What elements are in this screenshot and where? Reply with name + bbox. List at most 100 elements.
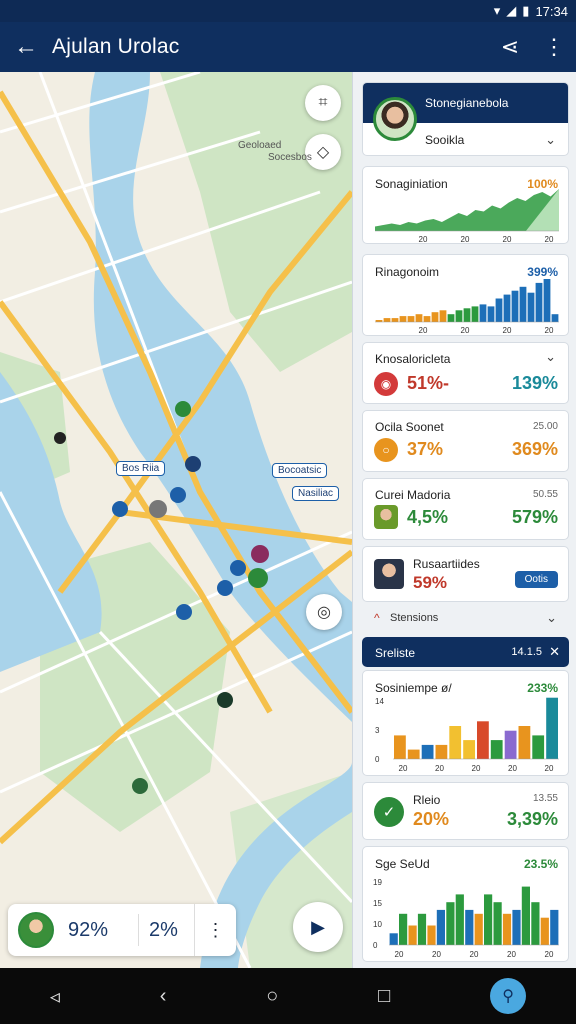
tick-label: 20 (419, 235, 428, 244)
bar (512, 909, 521, 945)
chart-card-sosiniempe[interactable]: Sosiniempe ø/ 233% 14 3 0 20 20 20 20 20 (362, 670, 569, 776)
bar-chart: 14 3 0 20 20 20 20 20 (375, 697, 559, 773)
avatar (374, 559, 404, 589)
bar (436, 909, 445, 945)
profile-name: Stonegianebola (425, 96, 509, 110)
bar (551, 314, 559, 322)
tick-label: 20 (545, 764, 554, 773)
tick-label: 14 (375, 697, 384, 706)
tick-label: 3 (375, 726, 380, 735)
tick-label: 20 (503, 326, 512, 335)
more-vert-icon[interactable]: ⋮ (194, 904, 236, 956)
chevron-down-icon[interactable]: ⌄ (545, 132, 556, 148)
stat-value-secondary: 3,39% (506, 809, 558, 829)
bar (399, 913, 408, 945)
chart-card-sge[interactable]: Sge SeUd 23.5% 19 15 10 0 20 20 20 20 20 (362, 846, 569, 962)
locate-icon[interactable]: ◎ (306, 594, 342, 630)
bar (375, 320, 383, 322)
nav-back-icon[interactable]: ◃ (50, 984, 60, 1009)
tick-label: 20 (435, 764, 444, 773)
bar (455, 894, 464, 945)
tick-label: 20 (545, 326, 554, 335)
stat-card-rusaartiides[interactable]: Rusaartiides 59% Ootis (362, 546, 569, 602)
chevron-down-icon: ⌄ (546, 610, 557, 625)
bar (527, 292, 535, 322)
crop-icon[interactable]: ⌗ (305, 85, 341, 121)
bar (427, 925, 436, 945)
bar (474, 913, 483, 945)
tick-label: 15 (373, 899, 382, 908)
stats-panel: Stonegianebola Sooikla ⌄ Sonaginiation 1… (352, 72, 576, 968)
tick-label: 0 (373, 941, 378, 950)
card-title: Sreliste (375, 646, 416, 660)
bar (447, 314, 455, 322)
recents-icon[interactable]: □ (378, 985, 390, 1008)
bar (484, 894, 493, 945)
stat-value: 4,5% (407, 507, 449, 527)
avatar (373, 97, 417, 141)
card-title: Ocila Soonet (375, 420, 444, 434)
map-place-label: Geoloaed (238, 140, 282, 151)
stat-value-secondary: 579% (511, 507, 558, 527)
map-view[interactable]: ⌗ ◇ ◎ Bos Riia Bocoatsic Nasiliac Geoloa… (0, 72, 352, 968)
area-chart: 20 20 20 20 (375, 189, 559, 244)
bar (477, 721, 489, 759)
bar (435, 744, 448, 759)
status-bar: ▾ ◢ ▮ 17:34 (0, 0, 576, 22)
bar (502, 913, 512, 945)
bar (490, 740, 503, 759)
check-icon: ✓ (374, 797, 404, 827)
more-vert-icon[interactable]: ⋮ (532, 34, 576, 60)
battery-icon: ▮ (522, 3, 530, 18)
profile-card[interactable]: Stonegianebola Sooikla ⌄ (362, 82, 569, 156)
bar (550, 909, 559, 945)
stat-value: 20% (413, 809, 450, 829)
profile-status: Sooikla (425, 133, 465, 147)
play-button[interactable]: ▶ (293, 902, 343, 952)
stat-card-curei[interactable]: Curei Madoria 50.55 4,5% 579% (362, 478, 569, 540)
stat-card-ocila[interactable]: Ocila Soonet 25.00 ○ 37% 369% (362, 410, 569, 472)
assistant-icon[interactable]: ⚲ (490, 978, 527, 1014)
alert-icon: ◉ (374, 372, 398, 396)
back-arrow-icon[interactable]: ← (0, 33, 52, 61)
list-header-sreliste[interactable]: Sreliste 14.1.5 ✕ (362, 637, 569, 667)
tick-label: 20 (395, 950, 404, 959)
bar (421, 744, 434, 759)
bar (487, 306, 495, 322)
map-label[interactable]: Bocoatsic (272, 463, 328, 478)
bar (531, 902, 540, 945)
bar (439, 310, 447, 322)
tick-label: 10 (373, 920, 382, 929)
chevron-down-icon[interactable]: ⌄ (545, 349, 556, 365)
stat-value-primary: 92% (68, 918, 109, 941)
card-subtitle: 50.55 (532, 489, 558, 500)
bar (495, 298, 503, 322)
bar (423, 316, 431, 322)
bar (407, 749, 420, 759)
stat-card-rleio[interactable]: ✓ Rleio 13.55 20% 3,39% (362, 782, 569, 840)
stat-card-knosaloricleta[interactable]: Knosaloricleta ⌄ ◉ 51%- 139% (362, 342, 569, 404)
section-header[interactable]: ^ Stensions ⌄ (362, 608, 569, 630)
share-icon[interactable]: ⋖ (488, 34, 532, 60)
map-label[interactable]: Nasiliac (292, 486, 340, 501)
caret-icon: ^ (374, 611, 380, 625)
tick-label: 20 (461, 326, 470, 335)
back-icon[interactable]: ‹ (160, 985, 167, 1008)
wifi-icon: ▾ (493, 3, 501, 18)
stat-value-secondary: 2% (149, 918, 178, 941)
close-icon[interactable]: ✕ (549, 644, 560, 660)
tick-label: 20 (470, 950, 479, 959)
bar (449, 726, 462, 759)
stat-value-secondary: 139% (511, 373, 558, 393)
chart-card-sonaginiation[interactable]: Sonaginiation 100% 20 20 20 20 (362, 166, 569, 244)
bar (431, 312, 439, 322)
map-label[interactable]: Bos Riia (116, 461, 166, 476)
chart-card-rinagonoim[interactable]: Rinagonoim 399% 20 20 20 20 (362, 254, 569, 336)
action-button[interactable]: Ootis (514, 571, 558, 588)
card-title: Rusaartiides (413, 557, 480, 571)
card-subtitle: 13.55 (532, 793, 558, 804)
home-icon[interactable]: ○ (266, 985, 278, 1008)
bar (408, 925, 417, 945)
tick-label: 20 (545, 950, 554, 959)
bar (518, 726, 531, 759)
